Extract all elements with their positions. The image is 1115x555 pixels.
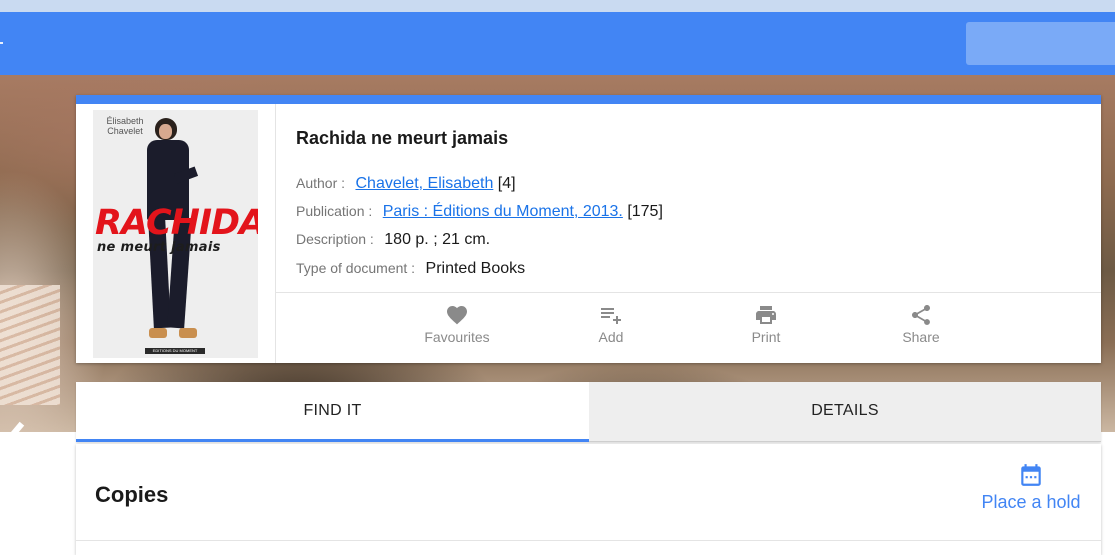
book-pages-decoration (0, 285, 60, 405)
favourites-label: Favourites (424, 329, 490, 345)
cover-figure-shoe (149, 328, 167, 338)
cover-figure-shoe (179, 328, 197, 338)
publication-label: Publication : (296, 203, 373, 219)
app-bar (0, 12, 1115, 75)
print-label: Print (751, 329, 781, 345)
cover-publisher: EDITIONS DU MOMENT (145, 348, 205, 354)
cover-figure-face (159, 124, 172, 139)
tab-details[interactable]: DETAILS (589, 382, 1101, 442)
print-button[interactable]: Print (711, 303, 821, 345)
share-button[interactable]: Share (866, 303, 976, 345)
document-type-label: Type of document : (296, 260, 416, 276)
cover-title: RACHIDA (95, 203, 258, 243)
cover-author-first: Élisabeth (106, 116, 144, 126)
document-type-row: Type of document : Printed Books (296, 260, 525, 278)
copies-panel: Copies Place a hold (76, 444, 1101, 555)
favourites-button[interactable]: Favourites (402, 303, 512, 345)
share-icon (912, 305, 930, 325)
publication-count: [175] (627, 203, 663, 220)
copies-heading: Copies (95, 482, 169, 507)
cover-author: Élisabeth Chavelet (105, 116, 145, 136)
previous-record-arrow-icon[interactable] (0, 420, 30, 470)
publication-row: Publication : Paris : Éditions du Moment… (296, 203, 663, 221)
calendar-icon (1021, 464, 1041, 486)
copies-divider (76, 540, 1101, 541)
publication-link[interactable]: Paris : Éditions du Moment, 2013. (383, 203, 623, 220)
search-input[interactable] (966, 22, 1115, 65)
browser-strip (0, 0, 1115, 12)
actions-divider (276, 292, 1101, 293)
heart-icon (447, 306, 467, 325)
printer-icon (756, 306, 776, 324)
cover-author-last: Chavelet (107, 126, 143, 136)
author-row: Author : Chavelet, Elisabeth [4] (296, 175, 516, 193)
book-title: Rachida ne meurt jamais (296, 128, 509, 148)
add-to-list-button[interactable]: Add (556, 303, 666, 345)
description-label: Description : (296, 231, 374, 247)
add-label: Add (598, 329, 624, 345)
author-label: Author : (296, 175, 346, 191)
cover-column: Élisabeth Chavelet RACHIDA ne meurt jama… (76, 104, 276, 363)
place-hold-button[interactable]: Place a hold (976, 462, 1086, 513)
playlist-add-icon (601, 308, 621, 324)
document-type-value: Printed Books (425, 260, 526, 277)
author-count: [4] (497, 175, 516, 192)
cover-subtitle: ne meurt jamais (97, 240, 221, 255)
description-value: 180 p. ; 21 cm. (384, 231, 491, 248)
record-tabs: FIND IT DETAILS (76, 382, 1101, 442)
share-label: Share (902, 329, 940, 345)
tab-find-it[interactable]: FIND IT (76, 382, 589, 442)
card-accent-bar (76, 95, 1101, 104)
back-icon[interactable] (0, 42, 3, 44)
author-link[interactable]: Chavelet, Elisabeth (355, 175, 493, 192)
description-row: Description : 180 p. ; 21 cm. (296, 231, 490, 249)
book-cover-image[interactable]: Élisabeth Chavelet RACHIDA ne meurt jama… (93, 110, 258, 358)
record-card: Élisabeth Chavelet RACHIDA ne meurt jama… (76, 95, 1101, 363)
place-hold-label: Place a hold (981, 492, 1081, 512)
